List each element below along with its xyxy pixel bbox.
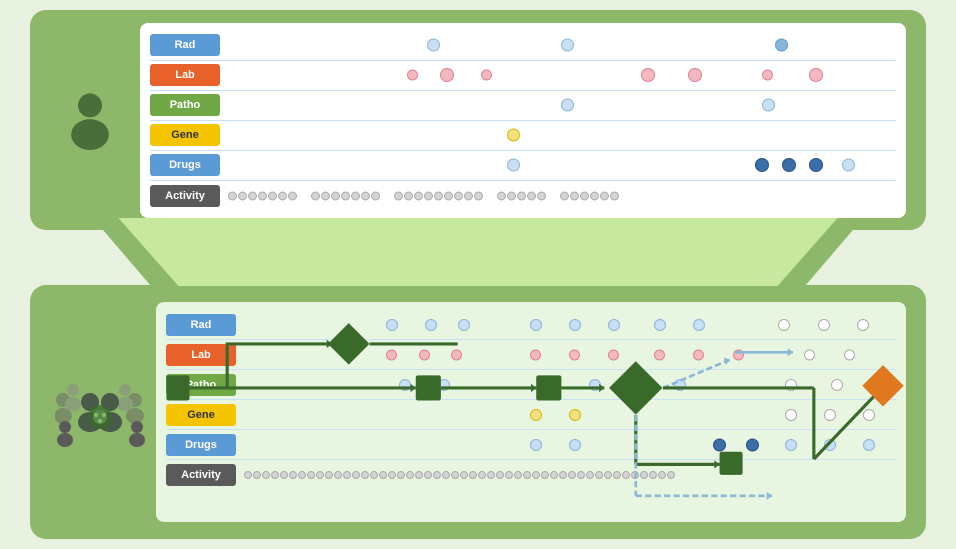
bottom-panel: Rad Lab [30,285,926,539]
bottom-track-content-rad [242,310,896,339]
track-content-activity [226,181,896,211]
track-row-gene: Gene [150,121,896,151]
bottom-track-content-activity [242,460,896,490]
track-row-activity: Activity [150,181,896,211]
avatar-section [50,90,130,150]
track-label-gene: Gene [150,124,220,146]
bottom-track-label-lab: Lab [166,344,236,366]
bottom-track-label-gene: Gene [166,404,236,426]
track-content-drugs [226,151,896,180]
track-row-drugs: Drugs [150,151,896,181]
top-panel: Rad Lab [30,10,926,230]
bottom-track-rad: Rad [166,310,896,340]
track-label-drugs: Drugs [150,154,220,176]
bottom-track-patho: Patho [166,370,896,400]
track-content-gene [226,121,896,150]
main-container: Rad Lab [0,0,956,549]
track-row-patho: Patho [150,91,896,121]
track-row-lab: Lab [150,61,896,91]
track-content-rad [226,31,896,60]
track-label-lab: Lab [150,64,220,86]
bottom-track-content-drugs [242,430,896,459]
group-icon [55,372,145,452]
bottom-track-drugs: Drugs [166,430,896,460]
group-avatar-section [50,372,150,452]
track-row-rad: Rad [150,31,896,61]
bottom-track-label-activity: Activity [166,464,236,486]
bottom-track-content-lab [242,340,896,369]
bottom-track-label-rad: Rad [166,314,236,336]
track-label-patho: Patho [150,94,220,116]
track-content-lab [226,61,896,90]
track-label-activity: Activity [150,185,220,207]
bottom-track-activity: Activity [166,460,896,490]
person-icon [60,90,120,150]
bottom-track-content-patho [242,370,896,399]
bottom-track-label-patho: Patho [166,374,236,396]
bottom-track-lab: Lab [166,340,896,370]
bottom-track-content-gene [242,400,896,429]
top-timeline: Rad Lab [140,23,906,218]
bottom-track-gene: Gene [166,400,896,430]
bottom-track-label-drugs: Drugs [166,434,236,456]
bottom-timeline: Rad Lab [156,302,906,522]
track-label-rad: Rad [150,34,220,56]
track-content-patho [226,91,896,120]
